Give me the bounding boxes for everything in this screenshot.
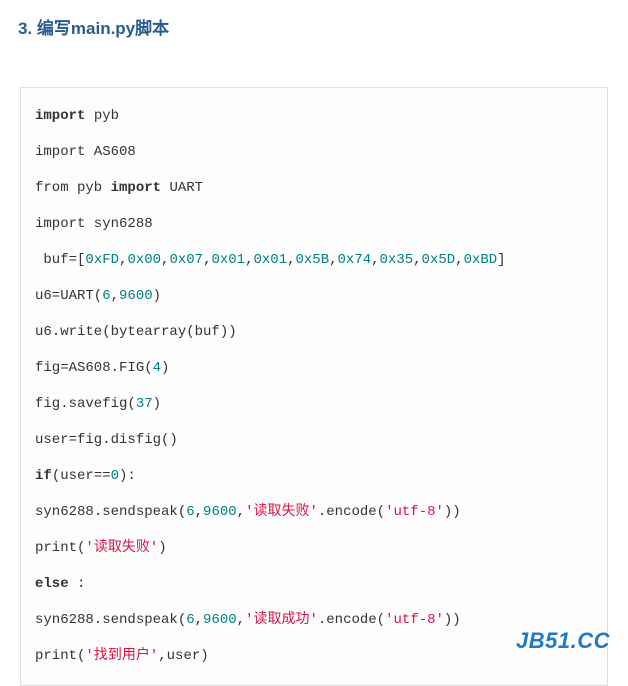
code-token: , bbox=[413, 252, 421, 268]
code-token: 'utf-8' bbox=[385, 612, 444, 628]
code-line: import pyb bbox=[35, 106, 593, 127]
code-token: ,user) bbox=[158, 648, 208, 664]
code-token: fig.savefig( bbox=[35, 396, 136, 412]
code-token: u6=UART( bbox=[35, 288, 102, 304]
code-line: fig=AS608.FIG(4) bbox=[35, 358, 593, 379]
code-token: 0x5D bbox=[422, 252, 456, 268]
code-token: 0x07 bbox=[169, 252, 203, 268]
code-line: u6=UART(6,9600) bbox=[35, 286, 593, 307]
code-token: 9600 bbox=[203, 504, 237, 520]
code-token: , bbox=[371, 252, 379, 268]
code-token: .encode( bbox=[318, 504, 385, 520]
code-token: buf=[ bbox=[35, 252, 85, 268]
code-line: fig.savefig(37) bbox=[35, 394, 593, 415]
code-line: user=fig.disfig() bbox=[35, 430, 593, 451]
code-token: pyb bbox=[85, 108, 119, 124]
code-token: ): bbox=[119, 468, 136, 484]
code-token: 0x5B bbox=[296, 252, 330, 268]
section-heading: 3. 编写main.py脚本 bbox=[0, 0, 628, 47]
code-token: fig=AS608.FIG( bbox=[35, 360, 153, 376]
code-token: 0xFD bbox=[85, 252, 119, 268]
code-token: 6 bbox=[102, 288, 110, 304]
code-token: , bbox=[455, 252, 463, 268]
code-block-container: import pyb import AS608 from pyb import UA… bbox=[20, 87, 608, 686]
code-token: u6.write(bytearray(buf)) bbox=[35, 324, 237, 340]
code-token: '读取成功' bbox=[245, 612, 318, 628]
code-token: 6 bbox=[186, 504, 194, 520]
code-line: from pyb import UART bbox=[35, 178, 593, 199]
code-token: , bbox=[111, 288, 119, 304]
code-token: print( bbox=[35, 648, 85, 664]
code-token: '找到用户' bbox=[85, 648, 158, 664]
code-token: ) bbox=[153, 396, 161, 412]
code-token: 6 bbox=[186, 612, 194, 628]
code-line: else : bbox=[35, 574, 593, 595]
code-token: , bbox=[195, 504, 203, 520]
code-token: '读取失败' bbox=[85, 540, 158, 556]
code-line: buf=[0xFD,0x00,0x07,0x01,0x01,0x5B,0x74,… bbox=[35, 250, 593, 271]
code-line: import AS608 bbox=[35, 142, 593, 163]
code-token: 4 bbox=[153, 360, 161, 376]
code-token: ) bbox=[158, 540, 166, 556]
code-token: : bbox=[69, 576, 86, 592]
code-token: 0x01 bbox=[211, 252, 245, 268]
code-token: import bbox=[111, 180, 161, 196]
code-token: 9600 bbox=[203, 612, 237, 628]
code-line: print('找到用户',user) bbox=[35, 646, 593, 667]
code-token: 0x35 bbox=[380, 252, 414, 268]
code-token: import AS608 bbox=[35, 144, 136, 160]
code-token: , bbox=[329, 252, 337, 268]
code-line: print('读取失败') bbox=[35, 538, 593, 559]
code-token: ] bbox=[497, 252, 505, 268]
code-token: 0x74 bbox=[338, 252, 372, 268]
code-token: 'utf-8' bbox=[385, 504, 444, 520]
watermark-logo: JB51.CC bbox=[516, 628, 610, 654]
code-block: import pyb import AS608 from pyb import UA… bbox=[35, 106, 593, 667]
code-token: from pyb bbox=[35, 180, 111, 196]
code-line: syn6288.sendspeak(6,9600,'读取失败'.encode('… bbox=[35, 502, 593, 523]
code-token: syn6288.sendspeak( bbox=[35, 612, 186, 628]
code-token: syn6288.sendspeak( bbox=[35, 504, 186, 520]
code-token: 0xBD bbox=[464, 252, 498, 268]
code-token: if bbox=[35, 468, 52, 484]
code-token: , bbox=[237, 612, 245, 628]
code-token: else bbox=[35, 576, 69, 592]
code-token: 0x01 bbox=[253, 252, 287, 268]
code-token: , bbox=[195, 612, 203, 628]
code-token: )) bbox=[444, 504, 461, 520]
code-token: )) bbox=[444, 612, 461, 628]
code-line: u6.write(bytearray(buf)) bbox=[35, 322, 593, 343]
code-token: user=fig.disfig() bbox=[35, 432, 178, 448]
code-token: , bbox=[237, 504, 245, 520]
code-token: 0x00 bbox=[127, 252, 161, 268]
code-token: , bbox=[287, 252, 295, 268]
code-line: if(user==0): bbox=[35, 466, 593, 487]
code-token: UART bbox=[161, 180, 203, 196]
code-token: import bbox=[35, 108, 85, 124]
code-token: print( bbox=[35, 540, 85, 556]
code-token: ) bbox=[161, 360, 169, 376]
code-line: syn6288.sendspeak(6,9600,'读取成功'.encode('… bbox=[35, 610, 593, 631]
code-token: 9600 bbox=[119, 288, 153, 304]
code-token: 0 bbox=[111, 468, 119, 484]
code-token: import syn6288 bbox=[35, 216, 153, 232]
code-token: (user== bbox=[52, 468, 111, 484]
code-token: .encode( bbox=[318, 612, 385, 628]
code-line: import syn6288 bbox=[35, 214, 593, 235]
code-token: ) bbox=[153, 288, 161, 304]
code-token: 37 bbox=[136, 396, 153, 412]
code-token: '读取失败' bbox=[245, 504, 318, 520]
